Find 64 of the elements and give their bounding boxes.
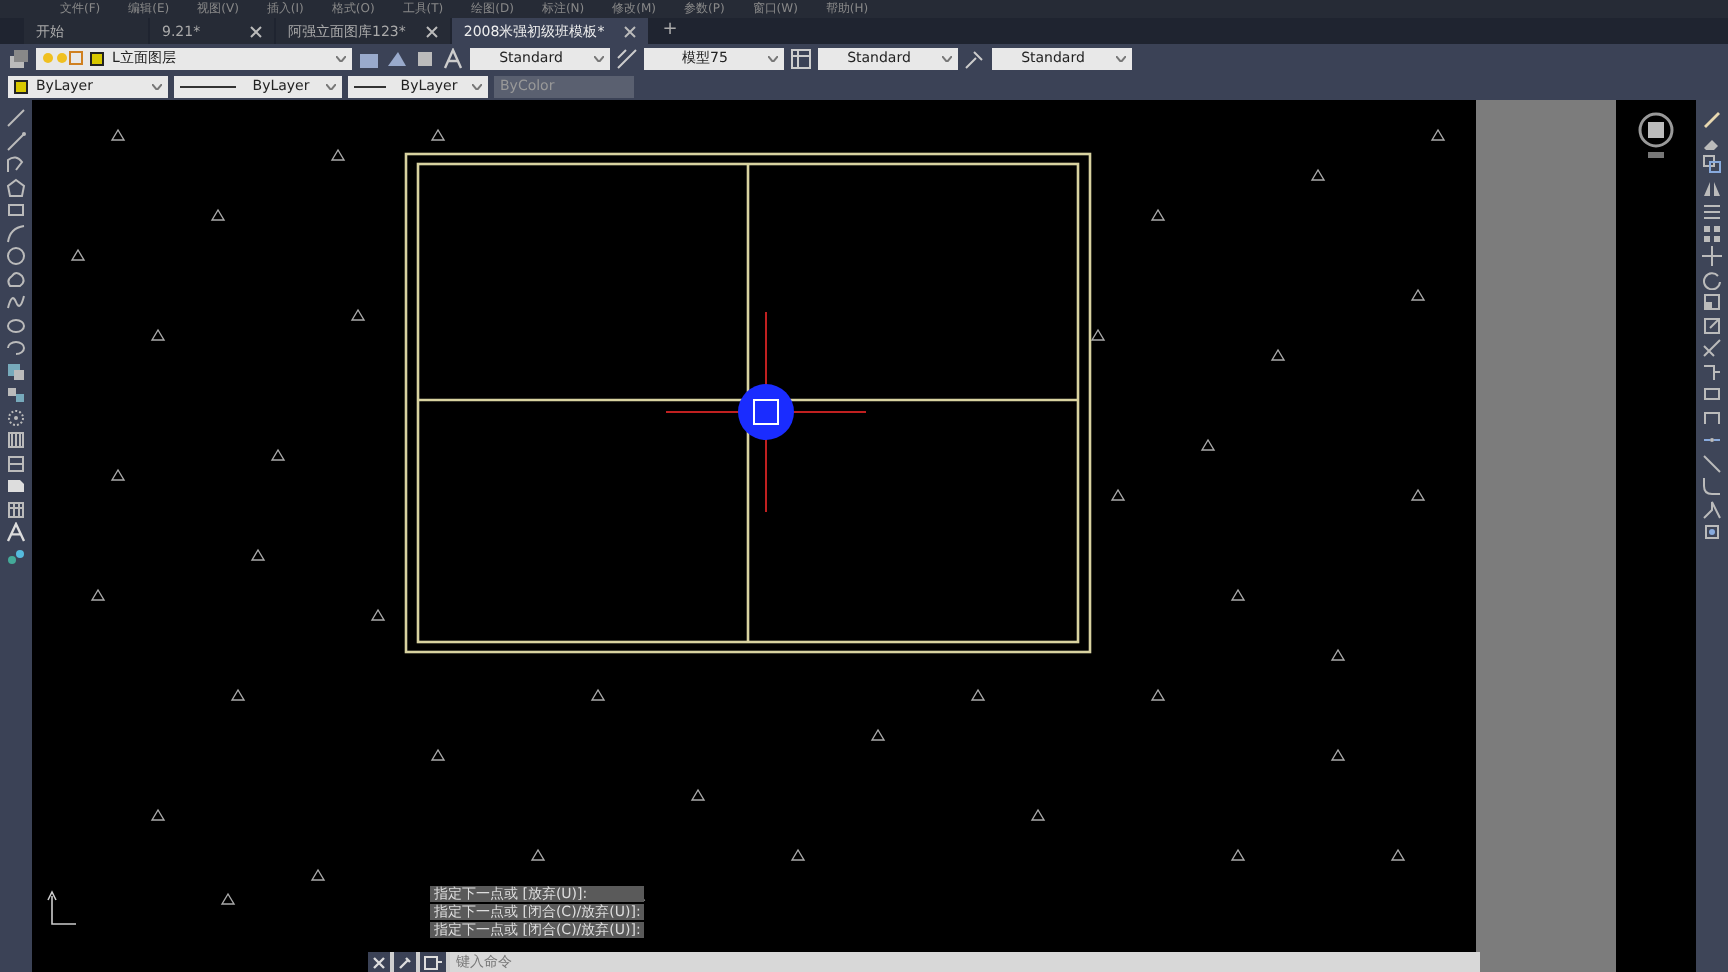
scale-icon[interactable] (1702, 292, 1722, 312)
add-selected-icon[interactable] (6, 545, 26, 565)
polyline-icon[interactable] (6, 154, 26, 174)
region-icon[interactable] (6, 476, 26, 496)
rectangle-icon[interactable] (6, 200, 26, 220)
line-sample-icon (180, 83, 236, 89)
text-style-icon (442, 47, 464, 69)
new-tab-button[interactable]: + (650, 18, 690, 44)
gradient-icon[interactable] (6, 453, 26, 473)
trim-icon[interactable] (1702, 338, 1722, 358)
layer-color-swatch (90, 51, 104, 65)
ellipse-arc-icon[interactable] (6, 338, 26, 358)
move-icon[interactable] (1702, 246, 1722, 266)
dropdown-caret-icon (336, 55, 346, 61)
join-icon[interactable] (1702, 407, 1722, 427)
ellipse-icon[interactable] (6, 315, 26, 335)
line-sample-icon (354, 83, 386, 89)
viewcube-icon[interactable] (1636, 110, 1676, 162)
layer-state-icon (42, 50, 86, 66)
offset-icon[interactable] (1702, 200, 1722, 220)
close-icon (372, 955, 386, 969)
point-icon[interactable] (6, 407, 26, 427)
circle-icon[interactable] (6, 246, 26, 266)
copy-icon[interactable] (1702, 154, 1722, 174)
table-icon[interactable] (6, 499, 26, 519)
wrench-icon (398, 955, 412, 969)
rotate-icon[interactable] (1702, 269, 1722, 289)
blend-icon[interactable] (1702, 499, 1722, 519)
block-icon[interactable] (6, 384, 26, 404)
break-icon[interactable] (1702, 384, 1722, 404)
close-button[interactable] (368, 952, 390, 972)
dropdown-caret-icon (942, 55, 952, 61)
table-style-icon (790, 47, 812, 69)
line-icon[interactable] (6, 108, 26, 128)
dropdown-caret-icon (472, 83, 482, 89)
pencil-icon[interactable] (1702, 108, 1722, 128)
multileader-style-icon (964, 47, 986, 69)
arc-icon[interactable] (6, 223, 26, 243)
dropdown-caret-icon (594, 55, 604, 61)
ucs-icon (47, 890, 77, 925)
customize-button[interactable] (394, 952, 416, 972)
extend-icon[interactable] (1702, 361, 1722, 381)
color-swatch (14, 79, 28, 93)
text-icon[interactable] (6, 522, 26, 542)
dimension-style-icon (616, 47, 638, 69)
layer-tools-icon (414, 47, 436, 69)
cloud-icon[interactable] (6, 269, 26, 289)
dropdown-caret-icon (1116, 55, 1126, 61)
spline-icon[interactable] (6, 292, 26, 312)
dropdown-caret-icon (768, 55, 778, 61)
mirror-icon[interactable] (1702, 177, 1722, 197)
array-icon[interactable] (1702, 223, 1722, 243)
recent-commands-button[interactable] (420, 952, 446, 972)
line-icon[interactable] (6, 131, 26, 151)
polygon-icon[interactable] (6, 177, 26, 197)
layer-tools-icon (386, 47, 408, 69)
insert-block-icon[interactable] (6, 361, 26, 381)
dropdown-caret-icon (152, 83, 162, 89)
explode-icon[interactable] (1702, 522, 1722, 542)
prompt-icon (424, 955, 442, 969)
dropdown-caret-icon (326, 83, 336, 89)
hatch-icon[interactable] (6, 430, 26, 450)
stretch-icon[interactable] (1702, 315, 1722, 335)
layers-icon (8, 47, 30, 69)
